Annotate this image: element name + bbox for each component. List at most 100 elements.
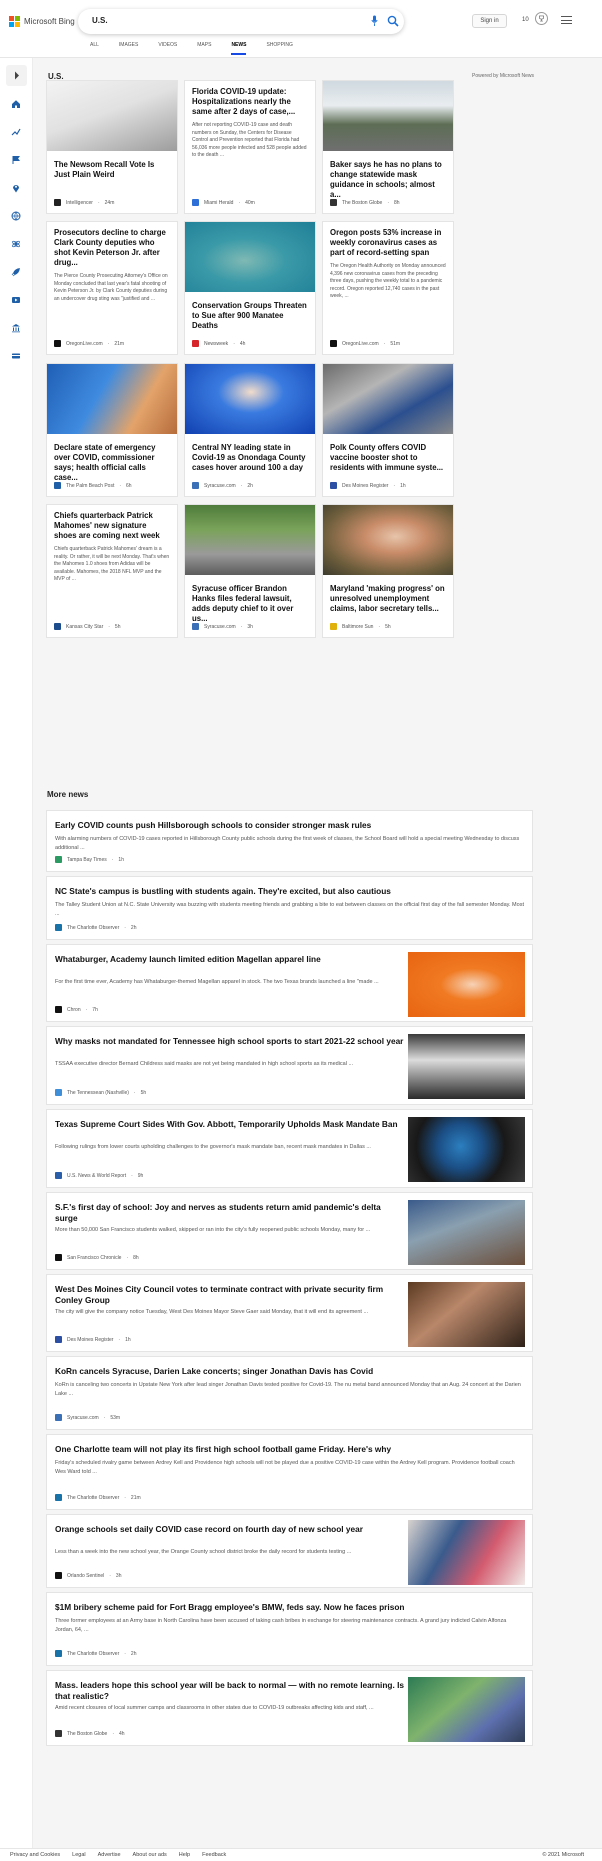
item-source[interactable]: The Charlotte Observer · 2h <box>55 1650 136 1657</box>
card-source[interactable]: Baltimore Sun · 5h <box>330 623 391 630</box>
news-card[interactable]: Central NY leading state in Covid-19 as … <box>184 363 316 497</box>
card-title[interactable]: Oregon posts 53% increase in weekly coro… <box>323 222 453 258</box>
news-list-item[interactable]: Early COVID counts push Hillsborough sch… <box>46 810 533 872</box>
item-title[interactable]: Why masks not mandated for Tennessee hig… <box>55 1036 405 1047</box>
card-image[interactable] <box>47 364 177 434</box>
item-source[interactable]: Syracuse.com · 53m <box>55 1414 120 1421</box>
rocket-icon[interactable] <box>11 267 21 277</box>
rewards-trophy-icon[interactable] <box>535 12 548 25</box>
item-source[interactable]: The Tennessean (Nashville) · 5h <box>55 1089 146 1096</box>
tab-maps[interactable]: MAPS <box>197 42 211 54</box>
tab-images[interactable]: IMAGES <box>119 42 138 54</box>
government-building-icon[interactable] <box>11 323 21 333</box>
news-card[interactable]: Maryland 'making progress' on unresolved… <box>322 504 454 638</box>
news-card[interactable]: Declare state of emergency over COVID, c… <box>46 363 178 497</box>
card-title[interactable]: Prosecutors decline to charge Clark Coun… <box>47 222 177 268</box>
item-title[interactable]: One Charlotte team will not play its fir… <box>55 1444 525 1455</box>
footer-link-advertise[interactable]: Advertise <box>98 1852 121 1858</box>
microphone-icon[interactable] <box>371 15 378 27</box>
card-source[interactable]: The Palm Beach Post · 6h <box>54 482 132 489</box>
card-image[interactable] <box>185 222 315 292</box>
money-icon[interactable] <box>11 351 21 361</box>
item-source[interactable]: The Charlotte Observer · 2h <box>55 924 136 931</box>
news-list-item[interactable]: $1M bribery scheme paid for Fort Bragg e… <box>46 1592 533 1666</box>
globe-icon[interactable] <box>11 211 21 221</box>
card-source[interactable]: Syracuse.com · 2h <box>192 482 253 489</box>
card-image[interactable] <box>323 364 453 434</box>
news-list-item[interactable]: West Des Moines City Council votes to te… <box>46 1274 533 1352</box>
science-icon[interactable] <box>11 239 21 249</box>
item-title[interactable]: NC State's campus is bustling with stude… <box>55 886 525 897</box>
item-source[interactable]: The Charlotte Observer · 21m <box>55 1494 141 1501</box>
item-title[interactable]: Whataburger, Academy launch limited edit… <box>55 954 405 965</box>
card-source[interactable]: Syracuse.com · 3h <box>192 623 253 630</box>
news-list-item[interactable]: KoRn cancels Syracuse, Darien Lake conce… <box>46 1356 533 1430</box>
card-source[interactable]: Des Moines Register · 1h <box>330 482 406 489</box>
news-list-item[interactable]: Orange schools set daily COVID case reco… <box>46 1514 533 1588</box>
bing-logo[interactable]: Microsoft Bing <box>9 14 75 28</box>
card-image[interactable] <box>323 81 453 151</box>
sign-in-button[interactable]: Sign in <box>472 14 507 28</box>
news-card[interactable]: Conservation Groups Threaten to Sue afte… <box>184 221 316 355</box>
card-source[interactable]: Kansas City Star · 5h <box>54 623 120 630</box>
item-source[interactable]: U.S. News & World Report · 9h <box>55 1172 143 1179</box>
card-title[interactable]: Central NY leading state in Covid-19 as … <box>185 434 315 473</box>
card-title[interactable]: Chiefs quarterback Patrick Mahomes' new … <box>47 505 177 541</box>
news-card[interactable]: The Newsom Recall Vote Is Just Plain Wei… <box>46 80 178 214</box>
card-title[interactable]: Declare state of emergency over COVID, c… <box>47 434 177 483</box>
item-title[interactable]: Texas Supreme Court Sides With Gov. Abbo… <box>55 1119 405 1130</box>
footer-link-about-our-ads[interactable]: About our ads <box>133 1852 167 1858</box>
footer-link-privacy-and-cookies[interactable]: Privacy and Cookies <box>10 1852 60 1858</box>
news-card[interactable]: Prosecutors decline to charge Clark Coun… <box>46 221 178 355</box>
card-title[interactable]: Florida COVID-19 update: Hospitalization… <box>185 81 315 117</box>
location-pin-icon[interactable] <box>11 183 21 193</box>
item-source[interactable]: The Boston Globe · 4h <box>55 1730 125 1737</box>
card-title[interactable]: Baker says he has no plans to change sta… <box>323 151 453 200</box>
item-title[interactable]: Orange schools set daily COVID case reco… <box>55 1524 405 1535</box>
video-icon[interactable] <box>11 295 21 305</box>
news-card[interactable]: Baker says he has no plans to change sta… <box>322 80 454 214</box>
item-source[interactable]: Des Moines Register · 1h <box>55 1336 131 1343</box>
card-image[interactable] <box>185 364 315 434</box>
footer-link-feedback[interactable]: Feedback <box>202 1852 226 1858</box>
news-list-item[interactable]: S.F.'s first day of school: Joy and nerv… <box>46 1192 533 1270</box>
news-list-item[interactable]: Texas Supreme Court Sides With Gov. Abbo… <box>46 1109 533 1188</box>
item-source[interactable]: San Francisco Chronicle · 8h <box>55 1254 139 1261</box>
item-source[interactable]: Chron · 7h <box>55 1006 98 1013</box>
card-source[interactable]: Intelligencer · 24m <box>54 199 114 206</box>
item-title[interactable]: S.F.'s first day of school: Joy and nerv… <box>55 1202 405 1224</box>
card-title[interactable]: Polk County offers COVID vaccine booster… <box>323 434 453 473</box>
tab-videos[interactable]: VIDEOS <box>158 42 177 54</box>
card-title[interactable]: Syracuse officer Brandon Hanks files fed… <box>185 575 315 624</box>
news-list-item[interactable]: NC State's campus is bustling with stude… <box>46 876 533 940</box>
item-title[interactable]: KoRn cancels Syracuse, Darien Lake conce… <box>55 1366 525 1377</box>
item-title[interactable]: Mass. leaders hope this school year will… <box>55 1680 405 1702</box>
card-source[interactable]: Miami Herald · 40m <box>192 199 255 206</box>
item-thumbnail[interactable] <box>408 1034 525 1099</box>
home-icon[interactable] <box>11 99 21 109</box>
card-image[interactable] <box>323 505 453 575</box>
item-thumbnail[interactable] <box>408 1677 525 1742</box>
search-input[interactable]: U.S. <box>92 16 108 25</box>
trending-icon[interactable] <box>11 127 21 137</box>
flag-icon[interactable] <box>11 155 21 165</box>
card-source[interactable]: The Boston Globe · 8h <box>330 199 400 206</box>
item-thumbnail[interactable] <box>408 1520 525 1585</box>
tab-all[interactable]: ALL <box>90 42 99 54</box>
card-title[interactable]: The Newsom Recall Vote Is Just Plain Wei… <box>47 151 177 180</box>
expand-rail-button[interactable] <box>6 65 27 86</box>
card-title[interactable]: Maryland 'making progress' on unresolved… <box>323 575 453 614</box>
footer-link-help[interactable]: Help <box>179 1852 190 1858</box>
rewards-count[interactable]: 10 <box>522 17 529 23</box>
card-source[interactable]: OregonLive.com · 51m <box>330 340 400 347</box>
card-image[interactable] <box>47 81 177 151</box>
item-thumbnail[interactable] <box>408 1282 525 1347</box>
news-card[interactable]: Syracuse officer Brandon Hanks files fed… <box>184 504 316 638</box>
search-icon[interactable] <box>387 15 399 27</box>
news-list-item[interactable]: One Charlotte team will not play its fir… <box>46 1434 533 1510</box>
card-title[interactable]: Conservation Groups Threaten to Sue afte… <box>185 292 315 331</box>
news-card[interactable]: Oregon posts 53% increase in weekly coro… <box>322 221 454 355</box>
item-title[interactable]: $1M bribery scheme paid for Fort Bragg e… <box>55 1602 525 1613</box>
news-list-item[interactable]: Mass. leaders hope this school year will… <box>46 1670 533 1746</box>
news-list-item[interactable]: Whataburger, Academy launch limited edit… <box>46 944 533 1022</box>
